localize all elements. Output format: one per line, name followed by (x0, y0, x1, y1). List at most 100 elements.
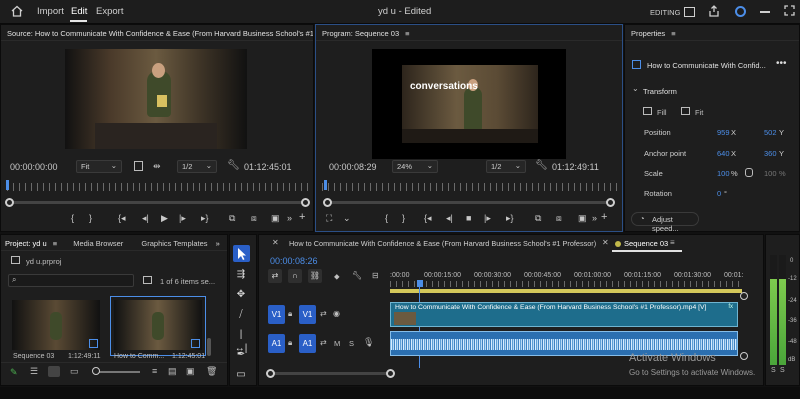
adjust-speed-button[interactable]: ◔ Adjust speed... (631, 212, 699, 233)
close-tab-icon-2[interactable]: ✕ (602, 238, 609, 247)
rectangle-icon[interactable]: ▭ (234, 368, 248, 382)
play-icon[interactable]: ▶ (161, 213, 168, 224)
icon-view-icon[interactable] (48, 366, 60, 377)
workspace-label[interactable]: EDITING (650, 8, 680, 17)
program-tab[interactable]: Program: Sequence 03 ≡ (316, 25, 622, 41)
list-view-icon[interactable]: ☰ (30, 366, 38, 377)
pen-icon[interactable]: ✒ (234, 348, 248, 362)
delete-icon[interactable]: 🗑︎ (206, 366, 217, 377)
fullscreen-icon[interactable] (784, 5, 795, 16)
wrench-icon[interactable]: 🔧︎ (352, 271, 362, 280)
work-area-bar[interactable] (390, 289, 742, 293)
program-zoom-select[interactable]: 24% ⌄ (392, 160, 438, 173)
mark-in-icon[interactable]: { (385, 213, 388, 223)
timeline-tab-source[interactable]: How to Communicate With Confidence & Eas… (289, 239, 596, 248)
a1-solo[interactable]: S (349, 339, 354, 348)
selection-tool[interactable] (233, 245, 250, 262)
program-res-select[interactable]: 1/2 ⌄ (486, 160, 526, 173)
program-scrollbar[interactable] (328, 201, 610, 204)
thumb-clip[interactable] (110, 296, 206, 356)
menu-icon[interactable]: ≡ (53, 239, 57, 248)
lift-icon[interactable]: ⧉ (535, 213, 541, 224)
menu-export[interactable]: Export (96, 6, 123, 17)
nest-icon[interactable]: ⇄ (268, 269, 282, 283)
mark-out-icon[interactable]: } (89, 213, 92, 223)
minimize-icon[interactable] (760, 11, 770, 13)
project-search-input[interactable]: ⌕ (8, 274, 134, 287)
snap-icon[interactable]: ∩ (288, 269, 302, 283)
project-tab[interactable]: Project: yd u (5, 239, 47, 248)
workspace-icon[interactable] (684, 7, 695, 17)
rotation-value[interactable]: 0 (717, 189, 721, 198)
properties-tab[interactable]: Properties ≡ (625, 25, 799, 41)
share-icon[interactable] (708, 5, 720, 17)
meter-solo-right[interactable]: S (780, 367, 785, 374)
stop-icon[interactable]: ■ (466, 213, 471, 223)
anchor-x-value[interactable]: 640 (717, 149, 730, 158)
slip-icon[interactable]: |↔| (234, 328, 248, 354)
program-timecode[interactable]: 00:00:08:29 (329, 162, 377, 172)
v1-lock-icon[interactable]: 🔒︎ (288, 309, 292, 319)
timeline-scrollbar[interactable] (272, 372, 390, 375)
settings-icon[interactable] (134, 161, 143, 171)
source-playhead[interactable] (6, 180, 9, 190)
wrench-icon[interactable]: 🔧︎ (535, 160, 548, 171)
position-y-value[interactable]: 502 (764, 128, 777, 137)
anchor-y-value[interactable]: 360 (764, 149, 777, 158)
source-scroll-right[interactable] (301, 198, 310, 207)
video-clip[interactable]: How to Communicate With Confidence & Eas… (390, 302, 738, 327)
export-frame-icon[interactable]: ▣ (271, 213, 280, 224)
razor-icon[interactable]: ⧸ (234, 308, 248, 322)
source-tab[interactable]: Source: How to Communicate With Confiden… (1, 25, 313, 41)
step-back-icon[interactable]: ◂| (142, 213, 149, 224)
v1-source-patch[interactable]: V1 (268, 305, 285, 324)
source-timecode[interactable]: 00:00:00:00 (10, 162, 58, 172)
source-res-select[interactable]: 1/2 ⌄ (177, 160, 217, 173)
more-icon[interactable]: » (592, 213, 597, 223)
wrench-icon[interactable]: 🔧︎ (227, 160, 240, 171)
a1-track-target[interactable]: A1 (299, 334, 316, 353)
sort-icon[interactable]: ≡ (152, 366, 157, 376)
menu-import[interactable]: Import (37, 6, 64, 17)
go-to-out-icon[interactable]: ▸} (201, 213, 209, 224)
microphone-icon[interactable]: 🎙︎ (363, 337, 374, 348)
export-frame-icon[interactable]: ▣ (578, 213, 587, 224)
media-browser-tab[interactable]: Media Browser (73, 239, 123, 248)
a1-mute[interactable]: M (334, 339, 340, 348)
menu-edit[interactable]: Edit (71, 6, 87, 17)
more-icon[interactable]: » (287, 213, 292, 223)
v1-eye-icon[interactable]: ◉ (333, 309, 340, 318)
program-scroll-left[interactable] (323, 198, 332, 207)
chevron-down-icon[interactable]: ⌄ (343, 213, 351, 224)
safe-margins-icon[interactable]: ⛶ (326, 213, 332, 224)
captions-icon[interactable]: ⊟ (372, 271, 379, 280)
fit-frame-icon[interactable]: ⇹ (153, 161, 161, 172)
timeline-timecode[interactable]: 00:00:08:26 (270, 256, 318, 266)
linked-selection-icon[interactable]: ⛓ (308, 269, 322, 283)
pencil-icon[interactable]: ✎ (10, 367, 18, 378)
more-tabs-icon[interactable]: » (216, 239, 220, 248)
overwrite-icon[interactable]: ⧈ (251, 213, 257, 224)
a1-source-patch[interactable]: A1 (268, 334, 285, 353)
home-icon[interactable] (11, 5, 23, 17)
timeline-scroll-right[interactable] (386, 369, 395, 378)
a1-lock-icon[interactable]: 🔒︎ (288, 338, 292, 348)
new-bin-icon[interactable] (143, 276, 152, 284)
timeline-tab-sequence[interactable]: Sequence 03 (624, 239, 668, 248)
meter-solo-left[interactable]: S (771, 367, 776, 374)
go-to-out-icon[interactable]: ▸} (506, 213, 514, 224)
step-forward-icon[interactable]: |▸ (484, 213, 491, 224)
extract-icon[interactable]: ⧈ (556, 213, 562, 224)
a1-sync-icon[interactable]: ⇄ (320, 338, 327, 347)
add-icon[interactable]: + (299, 211, 305, 223)
source-fit-select[interactable]: Fit ⌄ (76, 160, 122, 173)
position-x-value[interactable]: 959 (717, 128, 730, 137)
go-to-in-icon[interactable]: {◂ (118, 213, 126, 224)
properties-more-icon[interactable]: ••• (776, 58, 787, 69)
timeline-playhead-head[interactable] (417, 280, 423, 287)
menu-icon[interactable]: ≡ (405, 29, 409, 38)
go-to-in-icon[interactable]: {◂ (424, 213, 432, 224)
close-tab-icon[interactable]: ✕ (272, 238, 279, 247)
link-icon[interactable] (745, 168, 753, 177)
ripple-edit-icon[interactable]: ✥ (234, 288, 248, 302)
